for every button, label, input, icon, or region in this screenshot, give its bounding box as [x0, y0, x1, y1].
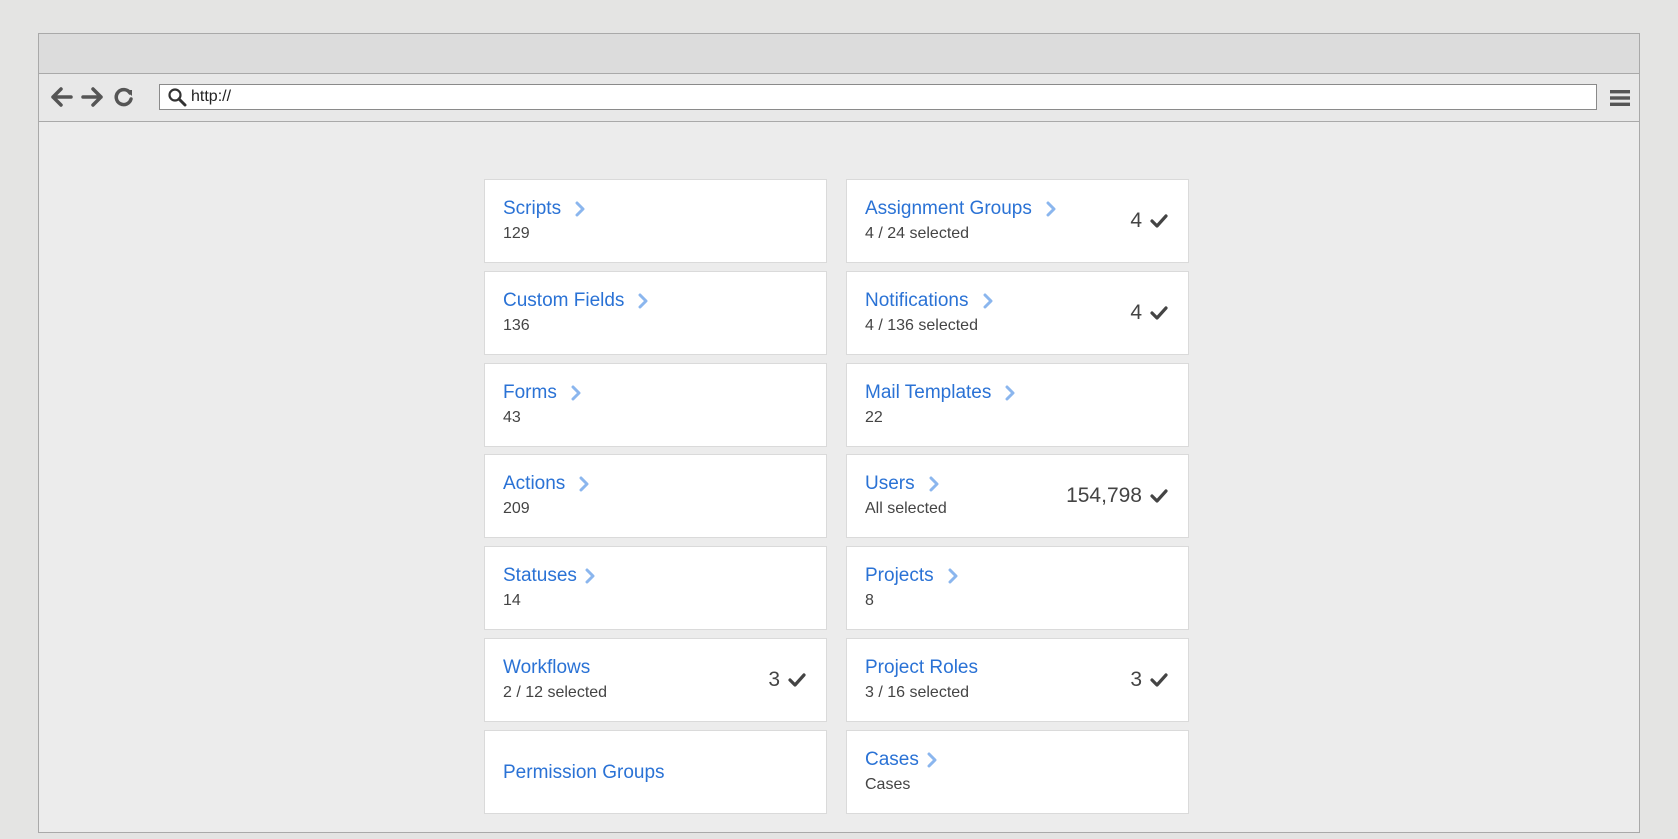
checkmark-icon: [1150, 673, 1168, 687]
card-forms[interactable]: Forms 43: [484, 363, 827, 447]
selected-count: 154,798: [1066, 484, 1168, 508]
card-cases[interactable]: Cases Cases: [846, 730, 1189, 814]
card-title-link[interactable]: Statuses: [503, 565, 595, 587]
chevron-right-icon: [927, 752, 937, 768]
card-title-label: Mail Templates: [865, 382, 992, 403]
chevron-right-icon: [638, 293, 648, 309]
chevron-right-icon: [948, 568, 958, 584]
address-bar[interactable]: [159, 84, 1597, 110]
card-title-label: Cases: [865, 749, 919, 770]
card-title-label: Projects: [865, 565, 934, 586]
browser-toolbar: [39, 74, 1639, 122]
card-title-link[interactable]: Users: [865, 473, 939, 495]
card-project-roles[interactable]: Project Roles 3 / 16 selected 3: [846, 638, 1189, 722]
card-title-label: Permission Groups: [503, 762, 665, 783]
card-statuses[interactable]: Statuses 14: [484, 546, 827, 630]
card-subtitle: 3 / 16 selected: [865, 684, 970, 701]
card-projects[interactable]: Projects 8: [846, 546, 1189, 630]
browser-titlebar: [39, 34, 1639, 74]
card-subtitle: Cases: [865, 776, 911, 793]
page-content: Scripts 129 Assignment Groups 4 / 24 sel…: [39, 121, 1639, 832]
checkmark-icon: [788, 673, 806, 687]
chevron-right-icon: [575, 201, 585, 217]
card-title-label: Users: [865, 473, 915, 494]
card-permission-groups[interactable]: Permission Groups: [484, 730, 827, 814]
card-title-link[interactable]: Permission Groups: [503, 762, 665, 784]
card-subtitle: 2 / 12 selected: [503, 684, 608, 701]
card-title-link[interactable]: Workflows: [503, 657, 590, 679]
back-button[interactable]: [49, 83, 75, 111]
checkmark-icon: [1150, 214, 1168, 228]
card-subtitle: 129: [503, 225, 530, 242]
hamburger-menu-icon: [1610, 90, 1630, 106]
count-value: 154,798: [1066, 484, 1142, 507]
chevron-right-icon: [929, 476, 939, 492]
search-icon: [165, 85, 189, 109]
url-input[interactable]: [189, 88, 1571, 106]
chevron-right-icon: [983, 293, 993, 309]
reload-button[interactable]: [111, 83, 137, 111]
card-subtitle: 4 / 136 selected: [865, 317, 978, 334]
chevron-right-icon: [571, 385, 581, 401]
count-value: 4: [1130, 301, 1142, 324]
card-assignment-groups[interactable]: Assignment Groups 4 / 24 selected 4: [846, 179, 1189, 263]
chevron-right-icon: [1046, 201, 1056, 217]
card-title-label: Actions: [503, 473, 566, 494]
card-custom-fields[interactable]: Custom Fields 136: [484, 271, 827, 355]
reload-icon: [114, 87, 133, 107]
chevron-right-icon: [585, 568, 595, 584]
browser-window: Scripts 129 Assignment Groups 4 / 24 sel…: [38, 33, 1640, 833]
card-title-label: Scripts: [503, 198, 562, 219]
card-subtitle: All selected: [865, 500, 947, 517]
chevron-right-icon: [1005, 385, 1015, 401]
card-title-link[interactable]: Notifications: [865, 290, 993, 312]
card-subtitle: 22: [865, 409, 883, 426]
count-value: 3: [768, 668, 780, 691]
back-arrow-icon: [51, 87, 73, 107]
forward-arrow-icon: [81, 87, 103, 107]
card-title-label: Workflows: [503, 657, 591, 678]
card-title-label: Custom Fields: [503, 290, 625, 311]
card-subtitle: 43: [503, 409, 521, 426]
selected-count: 3: [1130, 668, 1168, 692]
browser-menu-button[interactable]: [1607, 85, 1633, 111]
card-subtitle: 209: [503, 500, 530, 517]
card-title-label: Forms: [503, 382, 557, 403]
card-title-link[interactable]: Actions: [503, 473, 589, 495]
card-users[interactable]: Users All selected 154,798: [846, 454, 1189, 538]
card-mail-templates[interactable]: Mail Templates 22: [846, 363, 1189, 447]
card-title-link[interactable]: Project Roles: [865, 657, 978, 679]
card-title-label: Notifications: [865, 290, 969, 311]
selected-count: 4: [1130, 301, 1168, 325]
card-title-link[interactable]: Scripts: [503, 198, 585, 220]
card-subtitle: 14: [503, 592, 521, 609]
card-subtitle: 136: [503, 317, 530, 334]
card-title-link[interactable]: Projects: [865, 565, 958, 587]
card-title-link[interactable]: Mail Templates: [865, 382, 1015, 404]
checkmark-icon: [1150, 306, 1168, 320]
card-workflows[interactable]: Workflows 2 / 12 selected 3: [484, 638, 827, 722]
forward-button[interactable]: [79, 83, 105, 111]
card-title-link[interactable]: Forms: [503, 382, 581, 404]
card-scripts[interactable]: Scripts 129: [484, 179, 827, 263]
card-actions[interactable]: Actions 209: [484, 454, 827, 538]
count-value: 3: [1130, 668, 1142, 691]
chevron-right-icon: [579, 476, 589, 492]
selected-count: 3: [768, 668, 806, 692]
card-title-label: Project Roles: [865, 657, 978, 678]
checkmark-icon: [1150, 489, 1168, 503]
card-subtitle: 4 / 24 selected: [865, 225, 970, 242]
count-value: 4: [1130, 209, 1142, 232]
card-title-link[interactable]: Cases: [865, 749, 937, 771]
card-notifications[interactable]: Notifications 4 / 136 selected 4: [846, 271, 1189, 355]
card-title-label: Assignment Groups: [865, 198, 1032, 219]
card-title-label: Statuses: [503, 565, 577, 586]
selected-count: 4: [1130, 209, 1168, 233]
card-subtitle: 8: [865, 592, 874, 609]
card-title-link[interactable]: Assignment Groups: [865, 198, 1056, 220]
card-title-link[interactable]: Custom Fields: [503, 290, 648, 312]
